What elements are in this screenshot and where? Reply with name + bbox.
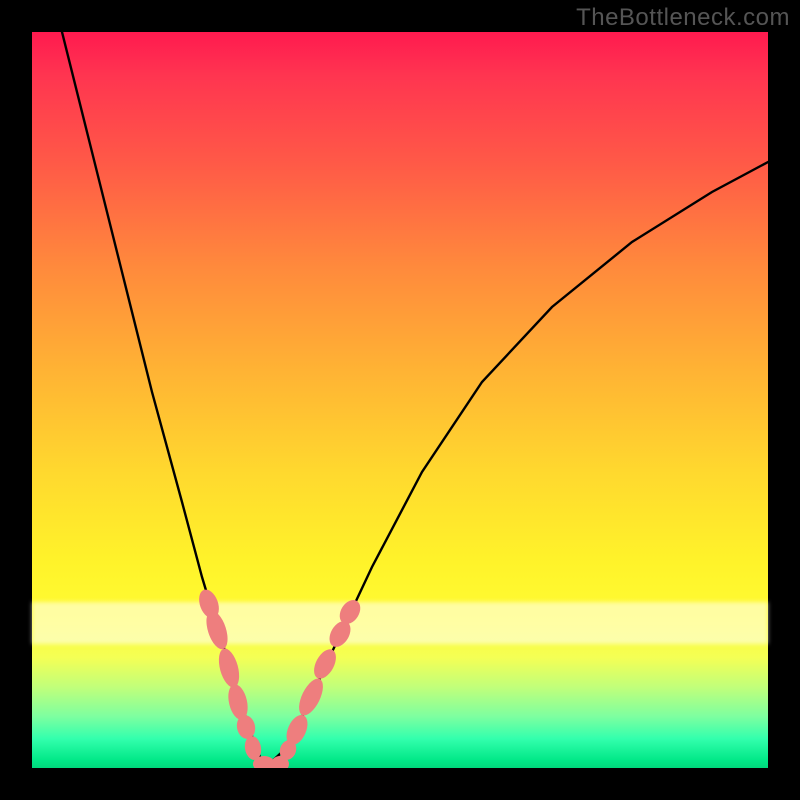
data-marker	[215, 646, 243, 689]
watermark-label: TheBottleneck.com	[576, 4, 790, 32]
chart-overlay	[32, 32, 768, 768]
bottleneck-curve	[62, 32, 768, 765]
plot-area	[32, 32, 768, 768]
marker-group	[195, 587, 364, 768]
data-marker	[294, 675, 328, 719]
data-marker	[310, 646, 341, 683]
